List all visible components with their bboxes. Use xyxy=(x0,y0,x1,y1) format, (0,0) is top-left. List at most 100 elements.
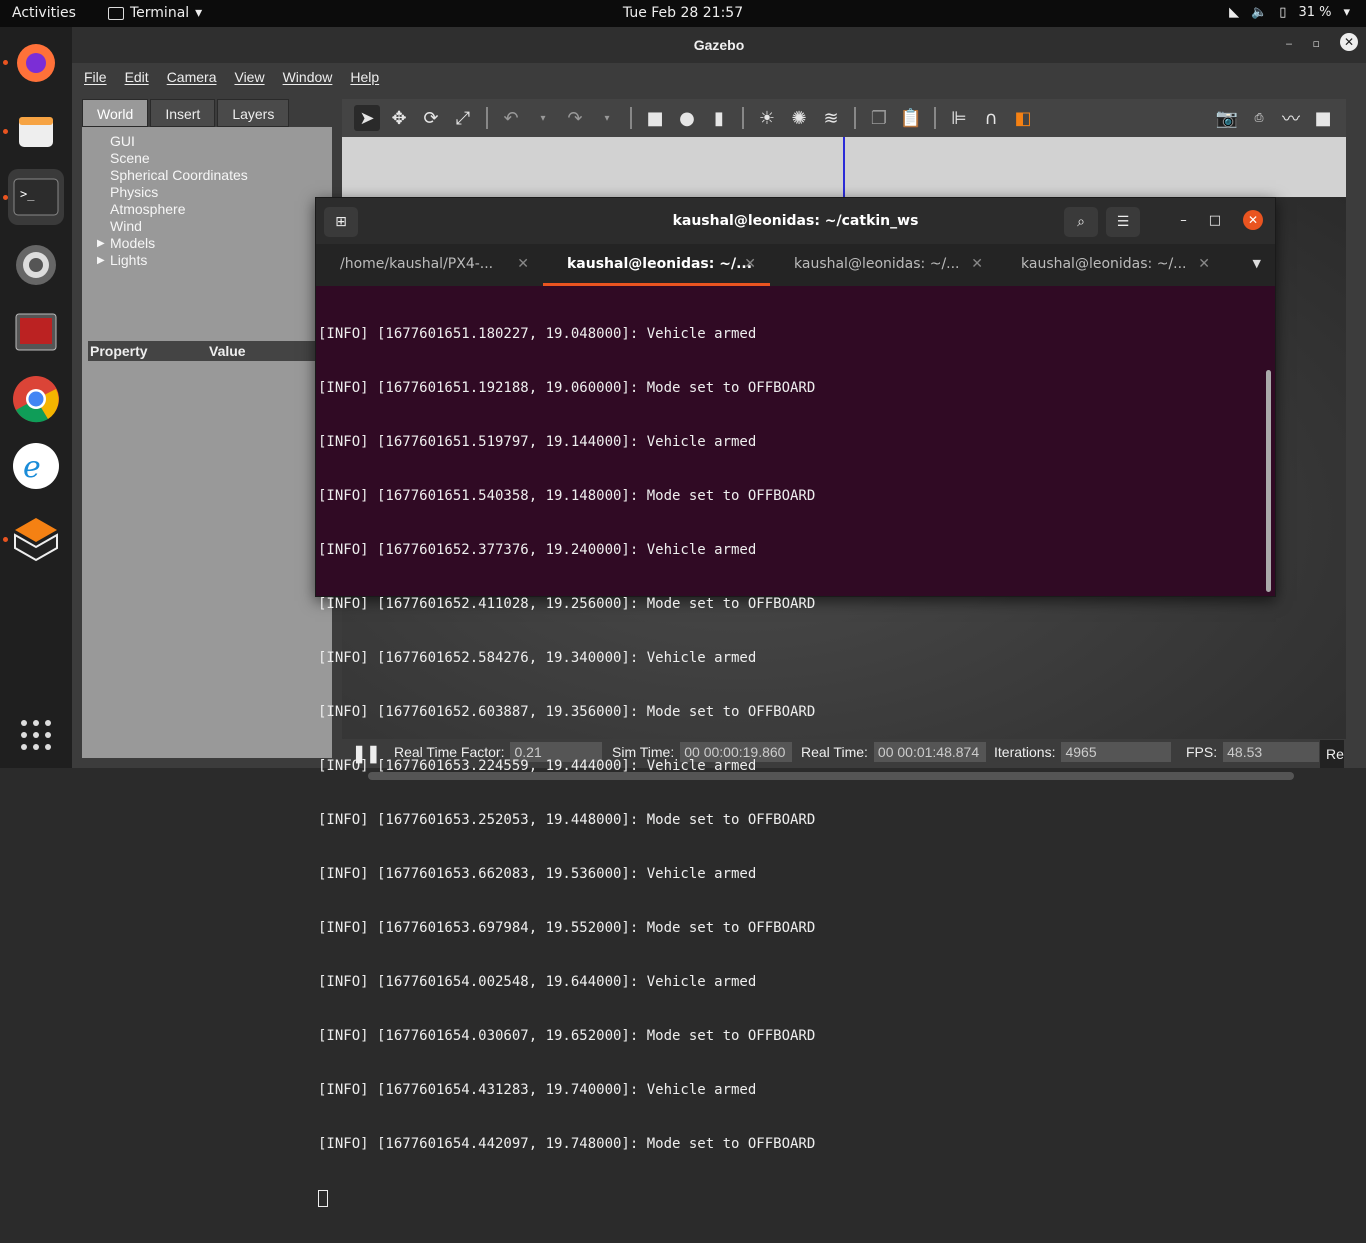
firefox-icon[interactable] xyxy=(8,35,64,91)
minimize-button[interactable]: – xyxy=(1180,213,1187,228)
system-tray[interactable]: ◣ 🔈 ▯ 31 % ▾ xyxy=(1229,5,1350,20)
tree-item-lights[interactable]: ▶ Lights xyxy=(97,252,332,269)
view-angle-icon[interactable]: ◧ xyxy=(1010,105,1036,131)
close-tab-icon[interactable]: ✕ xyxy=(1198,244,1210,284)
chevron-down-icon[interactable]: ▾ xyxy=(594,105,620,131)
screenshot-icon[interactable]: 📷 xyxy=(1214,105,1240,131)
app-name: Terminal xyxy=(130,5,190,21)
rotate-icon[interactable]: ⟳ xyxy=(418,105,444,131)
files-icon[interactable] xyxy=(8,103,64,159)
terminal-tab-active[interactable]: kaushal@leonidas: ~/... ✕ xyxy=(543,244,770,286)
tab-list-dropdown-icon[interactable]: ▼ xyxy=(1253,257,1261,270)
undo-icon[interactable]: ↶ xyxy=(498,105,524,131)
cylinder-shape-icon[interactable]: ▮ xyxy=(706,105,732,131)
battery-percent: 31 % xyxy=(1298,5,1332,20)
panel-tabs: World Insert Layers xyxy=(82,99,332,127)
terminal-tabs: /home/kaushal/PX4-... ✕ kaushal@leonidas:… xyxy=(316,244,1275,286)
copy-icon[interactable]: ❐ xyxy=(866,105,892,131)
box-shape-icon[interactable]: ■ xyxy=(642,105,668,131)
align-icon[interactable]: ⊫ xyxy=(946,105,972,131)
property-header: Property xyxy=(90,343,148,359)
paste-icon[interactable]: 📋 xyxy=(898,105,924,131)
menu-camera[interactable]: Camera xyxy=(167,69,217,85)
minimize-button[interactable]: ‒ xyxy=(1286,37,1293,51)
select-mode-icon[interactable]: ➤ xyxy=(354,105,380,131)
log-icon[interactable]: ⎙ xyxy=(1246,105,1272,131)
close-button[interactable]: ✕ xyxy=(1340,33,1358,51)
browser-e-icon[interactable]: e xyxy=(8,438,64,494)
app-menu[interactable]: Terminal ▾ xyxy=(108,5,202,21)
point-light-icon[interactable]: ☀ xyxy=(754,105,780,131)
video-record-icon[interactable]: ■ xyxy=(1310,105,1336,131)
activities-button[interactable]: Activities xyxy=(12,5,76,21)
output-line: [INFO] [1677601652.411028, 19.256000]: M… xyxy=(318,596,816,612)
tree-item-spherical-coordinates[interactable]: Spherical Coordinates xyxy=(110,167,332,184)
reset-time-button[interactable]: Re xyxy=(1320,740,1344,768)
menu-button[interactable]: ☰ xyxy=(1106,207,1140,237)
terminal-tab[interactable]: kaushal@leonidas: ~/... ✕ xyxy=(997,244,1224,286)
menu-file[interactable]: File xyxy=(84,69,107,85)
tree-item-models[interactable]: ▶ Models xyxy=(97,235,332,252)
property-table-header: Property Value xyxy=(88,341,326,361)
tree-item-atmosphere[interactable]: Atmosphere xyxy=(110,201,332,218)
tree-item-gui[interactable]: GUI xyxy=(110,133,332,150)
tab-world[interactable]: World xyxy=(82,99,149,127)
chrome-icon[interactable] xyxy=(8,371,64,427)
terminal-tab[interactable]: /home/kaushal/PX4-... ✕ xyxy=(316,244,543,286)
toolbar-divider xyxy=(854,107,856,129)
menu-help[interactable]: Help xyxy=(350,69,379,85)
menu-edit[interactable]: Edit xyxy=(125,69,149,85)
window-title: Gazebo xyxy=(72,27,1366,63)
tab-layers[interactable]: Layers xyxy=(217,99,290,127)
app-grid-icon[interactable] xyxy=(8,707,64,763)
tree-item-physics[interactable]: Physics xyxy=(110,184,332,201)
close-tab-icon[interactable]: ✕ xyxy=(517,244,529,284)
output-line: [INFO] [1677601654.030607, 19.652000]: M… xyxy=(318,1028,816,1044)
menu-window[interactable]: Window xyxy=(283,69,333,85)
search-button[interactable]: ⌕ xyxy=(1064,207,1098,237)
toolbar-divider xyxy=(486,107,488,129)
menu-view[interactable]: View xyxy=(234,69,264,85)
value-header: Value xyxy=(209,343,246,359)
system-monitor-icon[interactable] xyxy=(8,304,64,360)
close-button[interactable]: ✕ xyxy=(1243,210,1263,230)
expand-arrow-icon[interactable]: ▶ xyxy=(97,252,105,269)
wifi-icon: ◣ xyxy=(1229,5,1240,20)
maximize-button[interactable]: □ xyxy=(1209,213,1221,228)
scale-icon[interactable]: ⤢ xyxy=(450,105,476,131)
chevron-down-icon[interactable]: ▾ xyxy=(530,105,556,131)
tree-item-wind[interactable]: Wind xyxy=(110,218,332,235)
tab-label: /home/kaushal/PX4-... xyxy=(340,256,494,272)
expand-arrow-icon[interactable]: ▶ xyxy=(97,235,105,252)
chevron-down-icon: ▾ xyxy=(195,5,203,21)
terminal-output[interactable]: [INFO] [1677601651.180227, 19.048000]: V… xyxy=(316,286,1275,1207)
tab-insert[interactable]: Insert xyxy=(150,99,216,127)
gazebo-icon[interactable] xyxy=(8,511,64,567)
translate-icon[interactable]: ✥ xyxy=(386,105,412,131)
plot-icon[interactable]: 〰 xyxy=(1278,105,1304,131)
settings-icon[interactable] xyxy=(8,237,64,293)
window-controls: – □ ✕ xyxy=(1180,210,1263,230)
top-bar: Activities Terminal ▾ Tue Feb 28 21:57 ◣ … xyxy=(0,0,1366,27)
terminal-tab[interactable]: kaushal@leonidas: ~/... ✕ xyxy=(770,244,997,286)
vertical-scrollbar[interactable] xyxy=(1266,370,1271,592)
output-line: [INFO] [1677601652.584276, 19.340000]: V… xyxy=(318,650,757,666)
redo-icon[interactable]: ↷ xyxy=(562,105,588,131)
world-tree: GUI Scene Spherical Coordinates Physics … xyxy=(82,127,332,269)
close-tab-icon[interactable]: ✕ xyxy=(744,244,756,284)
spot-light-icon[interactable]: ✺ xyxy=(786,105,812,131)
search-icon: ⌕ xyxy=(1077,214,1085,230)
directional-light-icon[interactable]: ≋ xyxy=(818,105,844,131)
close-tab-icon[interactable]: ✕ xyxy=(971,244,983,284)
clock[interactable]: Tue Feb 28 21:57 xyxy=(0,5,1366,21)
snap-icon[interactable]: ∩ xyxy=(978,105,1004,131)
sphere-shape-icon[interactable]: ● xyxy=(674,105,700,131)
tab-label: kaushal@leonidas: ~/... xyxy=(794,256,960,272)
maximize-button[interactable]: ▫ xyxy=(1313,37,1320,51)
output-line: [INFO] [1677601653.224559, 19.444000]: V… xyxy=(318,758,757,774)
dock: >_ e xyxy=(0,27,72,768)
terminal-app-icon[interactable]: >_ xyxy=(8,169,64,225)
output-line: [INFO] [1677601654.002548, 19.644000]: V… xyxy=(318,974,757,990)
viewport-toolbar: ➤ ✥ ⟳ ⤢ ↶ ▾ ↷ ▾ ■ ● ▮ ☀ ✺ ≋ ❐ 📋 ⊫ ∩ ◧ 📷 xyxy=(342,99,1346,137)
tree-item-scene[interactable]: Scene xyxy=(110,150,332,167)
